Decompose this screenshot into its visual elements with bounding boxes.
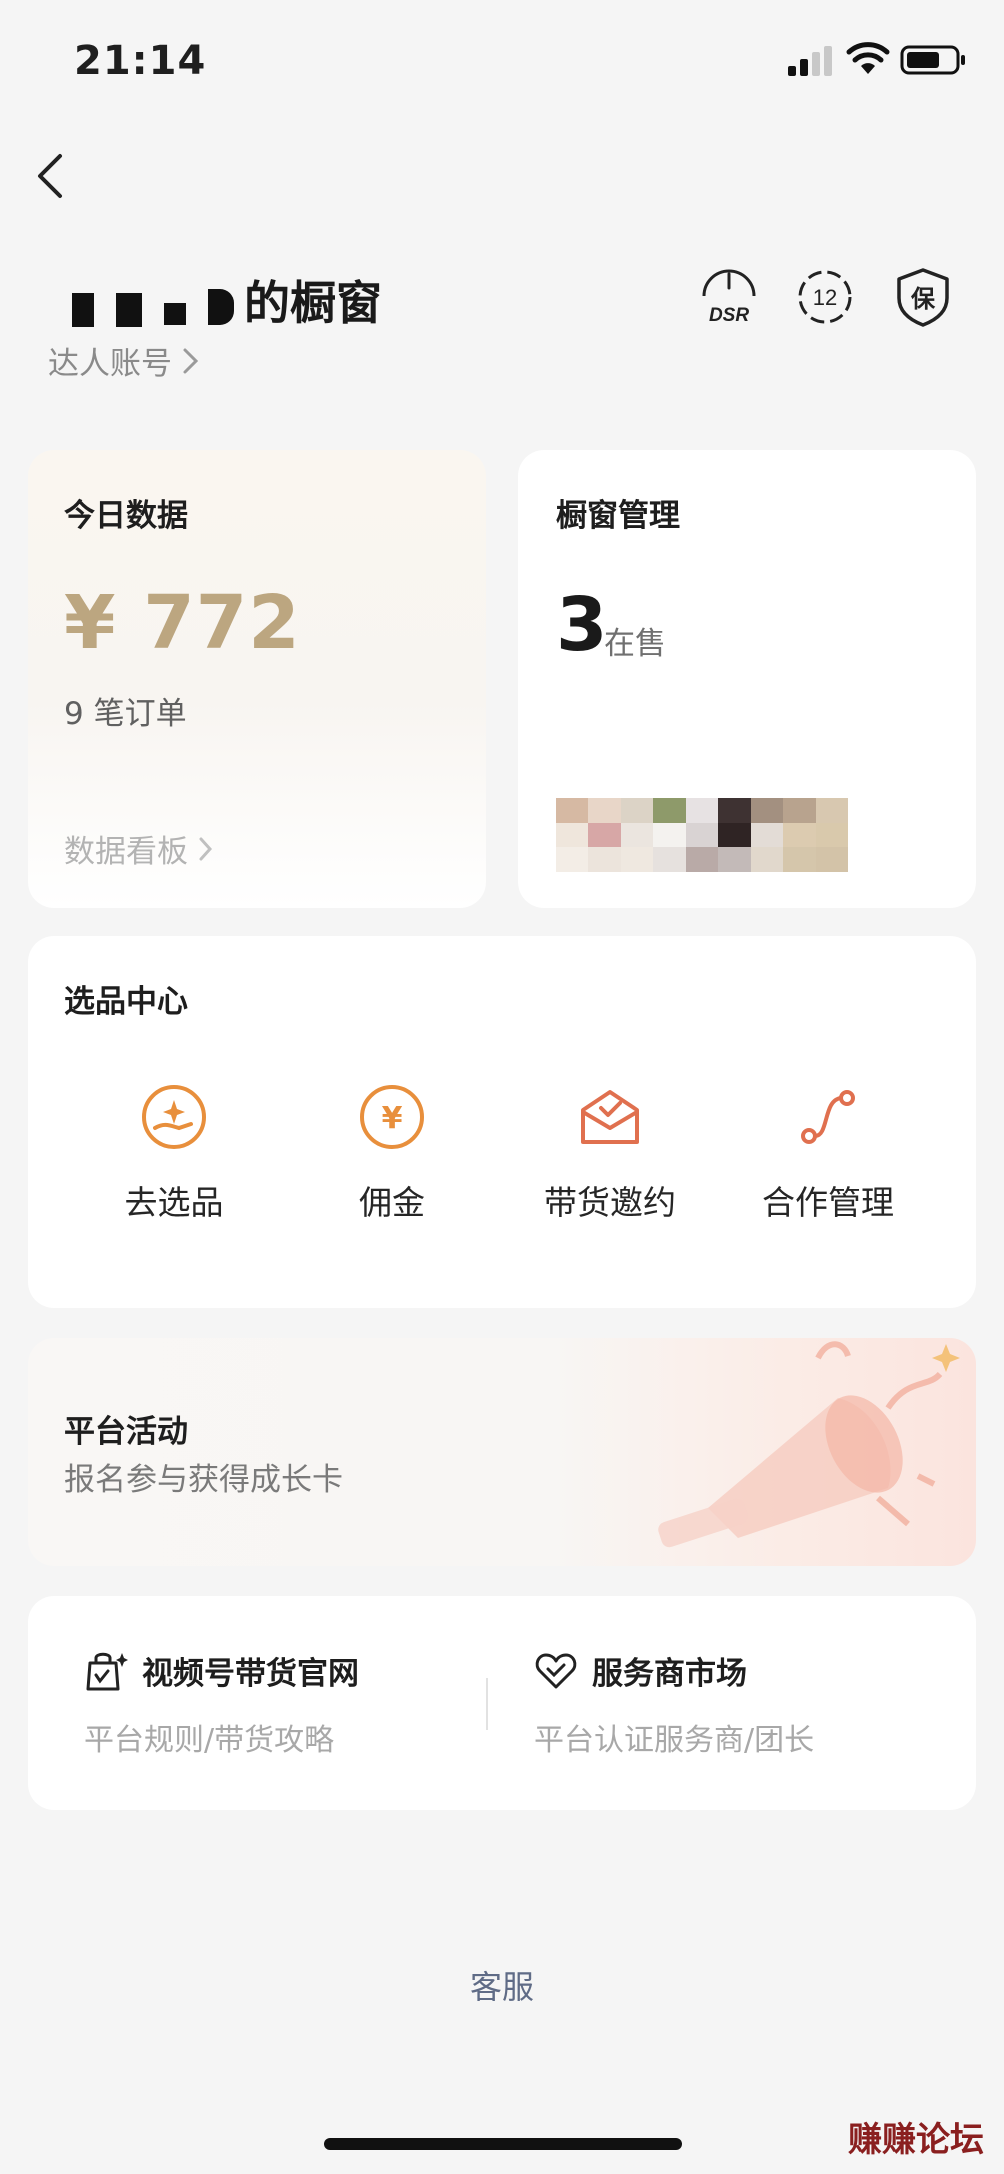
official-site-subtitle: 平台规则/带货攻略 [84,1723,335,1758]
official-site-title: 视频号带货官网 [142,1656,359,1692]
level-badge-icon[interactable]: 12 [794,266,856,328]
platform-activity-banner[interactable] [28,1338,976,1566]
shield-text: 保 [910,285,936,313]
invitation-button[interactable]: 带货邀约 [510,1082,710,1224]
service-market-subtitle: 平台认证服务商/团长 [534,1723,815,1758]
status-time: 21:14 [74,38,207,84]
today-amount: ¥ 772 [64,580,301,666]
selection-center-title: 选品中心 [64,984,188,1020]
shield-icon[interactable]: 保 [892,266,954,328]
route-icon [801,1090,855,1144]
cooperation-management-label: 合作管理 [762,1183,894,1222]
svg-text:¥: ¥ [382,1101,403,1136]
cooperation-management-button[interactable]: 合作管理 [728,1082,928,1224]
official-site-link[interactable]: 视频号带货官网 平台规则/带货攻略 [84,1648,359,1759]
chevron-right-icon [199,837,213,860]
dashboard-link-label: 数据看板 [64,834,188,870]
dashboard-link[interactable]: 数据看板 [64,826,214,871]
select-products-button[interactable]: 去选品 [74,1082,274,1224]
account-link-label: 达人账号 [48,346,172,382]
dsr-text: DSR [709,305,749,326]
chevron-right-icon [183,348,199,373]
yuan-coin-icon: ¥ [360,1085,424,1149]
dsr-gauge-icon[interactable]: DSR [698,266,760,328]
envelope-check-icon [581,1090,639,1144]
watermark: 赚赚论坛 [848,2120,984,2160]
today-data-title: 今日数据 [64,498,188,534]
select-products-label: 去选品 [124,1183,224,1222]
links-divider [486,1678,488,1730]
window-management-title: 橱窗管理 [556,498,680,534]
service-market-link[interactable]: 服务商市场 平台认证服务商/团长 [534,1648,814,1759]
megaphone-illustration [658,1341,960,1548]
invitation-label: 带货邀约 [544,1183,676,1222]
home-indicator[interactable] [324,2138,682,2150]
hand-sparkle-icon [142,1085,206,1149]
product-thumbnails[interactable] [556,798,848,872]
account-link[interactable]: 达人账号 [48,338,200,383]
heart-handshake-icon [535,1653,577,1688]
service-market-title: 服务商市场 [592,1656,747,1692]
commission-button[interactable]: ¥ 佣金 [292,1082,492,1224]
page-title: 的橱窗 [244,276,382,330]
redacted-name [72,271,244,329]
signal-icon [788,46,832,76]
wifi-icon [846,42,890,74]
on-sale-label: 在售 [604,626,666,662]
on-sale-count: 3 [556,582,608,668]
battery-icon [900,45,965,75]
page-title-row: 的橱窗 [72,268,382,332]
today-orders: 9 笔订单 [64,696,187,732]
shopping-bag-icon [86,1652,128,1690]
platform-activity-subtitle: 报名参与获得成长卡 [64,1462,343,1498]
level-badge-number: 12 [813,285,837,310]
platform-activity-title: 平台活动 [64,1414,188,1450]
commission-label: 佣金 [359,1183,425,1222]
back-arrow-icon[interactable] [30,150,70,202]
customer-service-link[interactable]: 客服 [470,1962,534,2008]
